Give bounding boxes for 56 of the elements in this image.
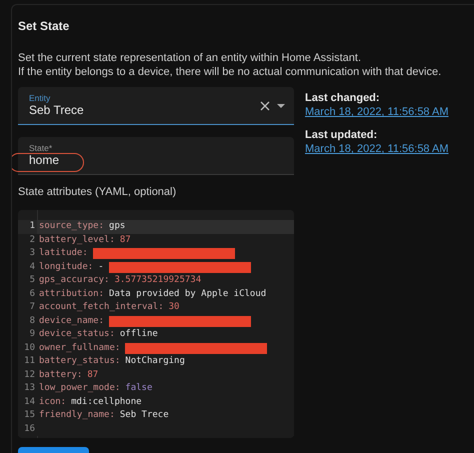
line-number: 13	[24, 383, 35, 393]
line-number: 8	[30, 316, 35, 326]
entity-field[interactable]: Entity Seb Trece	[18, 87, 294, 125]
line-number: 2	[30, 234, 35, 244]
line-number: 4	[30, 262, 35, 272]
timestamp-link[interactable]: March 18, 2022, 11:56:58 AM	[305, 142, 448, 156]
field-value: home	[29, 153, 60, 168]
yaml-key: low_power_mode:	[39, 382, 120, 396]
yaml-key: device_name:	[39, 314, 104, 328]
yaml-value: 87	[120, 234, 131, 246]
yaml-key: battery_status:	[39, 355, 120, 368]
yaml-key: owner_fullname:	[39, 342, 120, 355]
description-text: If the entity belongs to a device, there will be no actual communication with that device.	[18, 65, 442, 79]
yaml-value: -	[98, 260, 104, 274]
yaml-value: false	[125, 382, 152, 395]
timestamp-link[interactable]: March 18, 2022, 11:56:58 AM	[305, 105, 448, 119]
yaml-key: battery_level:	[39, 234, 115, 247]
line-number: 1	[30, 221, 35, 231]
yaml-key: gps_accuracy:	[39, 274, 110, 288]
yaml-value: 30	[168, 301, 180, 314]
yaml-key: icon:	[39, 396, 66, 409]
line-number: 10	[24, 342, 35, 352]
description-text: Set the current state representation of an entity within Home Assistant.	[18, 51, 362, 65]
yaml-key: source_type:	[39, 220, 104, 234]
yaml-key: latitude:	[39, 247, 88, 260]
yaml-key: device_status:	[39, 328, 115, 342]
yaml-value: Data provided by Apple iCloud	[109, 288, 266, 300]
line-number: 5	[30, 275, 35, 285]
line-number: 15	[24, 410, 35, 420]
line-number: 6	[30, 288, 35, 298]
yaml-key: longitude:	[39, 260, 94, 274]
timestamp-label: Last changed:	[305, 91, 381, 105]
field-value: Seb Trece	[29, 103, 85, 118]
line-number: 3	[30, 248, 35, 258]
yaml-key: attribution:	[39, 288, 104, 301]
line-number: 11	[24, 356, 35, 366]
yaml-key: account_fetch_interval:	[39, 301, 164, 314]
yaml-value: offline	[120, 328, 158, 341]
yaml-value: NotCharging	[125, 355, 185, 368]
yaml-value: mdi:cellphone	[71, 396, 142, 408]
field-label: State*	[29, 143, 54, 153]
yaml-key: friendly_name:	[39, 409, 115, 422]
line-number: 12	[24, 370, 35, 380]
field-label: Entity	[29, 93, 52, 103]
line-number: 7	[30, 302, 35, 312]
timestamp-label: Last updated:	[305, 128, 378, 142]
yaml-key: battery:	[39, 368, 82, 382]
yaml-value: 3.57735219925734	[114, 274, 202, 287]
yaml-value: Seb Trece	[120, 409, 169, 422]
line-number: 9	[30, 329, 35, 339]
yaml-value: 87	[87, 368, 98, 382]
yaml-value: gps	[109, 220, 126, 233]
attributes-label: State attributes (YAML, optional)	[18, 185, 178, 199]
line-number: 14	[24, 396, 35, 406]
line-number: 16	[24, 424, 35, 434]
card-title: Set State	[18, 19, 70, 33]
